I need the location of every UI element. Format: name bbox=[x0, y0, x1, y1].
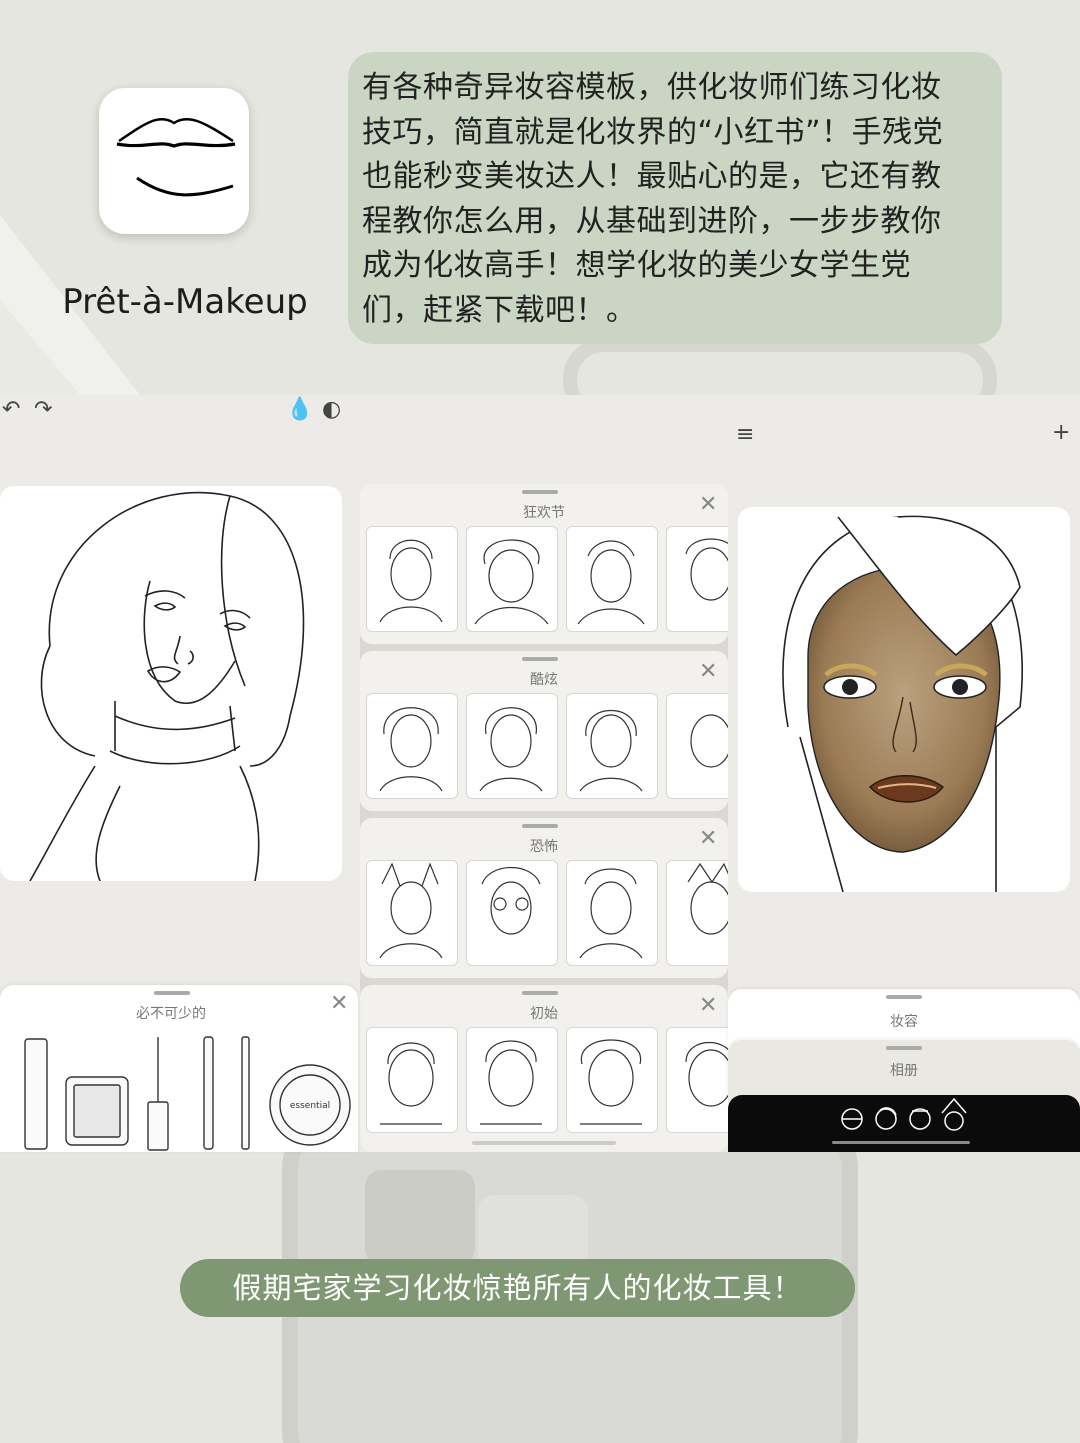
woman-portrait-drawing bbox=[29, 491, 305, 882]
menu-icon[interactable]: ≡ bbox=[736, 422, 754, 447]
header: Prêt-à-Makeup 有各种奇异妆容模板，供化妆师们练习化妆技巧，简直就是… bbox=[0, 0, 1080, 395]
app-icon bbox=[99, 88, 249, 234]
album-title: 相册 bbox=[890, 1063, 918, 1079]
looks-title: 妆容 bbox=[890, 1014, 918, 1030]
sheet-handle bbox=[522, 824, 558, 828]
close-icon[interactable]: ✕ bbox=[699, 993, 717, 1018]
template-thumb[interactable] bbox=[466, 860, 558, 966]
face-type-icons[interactable] bbox=[728, 1095, 1080, 1152]
intro-text: 有各种奇异妆容模板，供化妆师们练习化妆技巧，简直就是化妆界的“小红书”！手残党也… bbox=[348, 52, 1002, 344]
face-makeup-preview bbox=[782, 515, 1024, 893]
app-name: Prêt-à-Makeup bbox=[62, 282, 308, 322]
album-sheet[interactable]: 相册 bbox=[728, 1040, 1080, 1100]
scroll-indicator bbox=[472, 1141, 616, 1145]
template-thumb[interactable] bbox=[466, 1027, 558, 1133]
template-thumb[interactable] bbox=[666, 1027, 728, 1133]
split-icon[interactable]: ◐ bbox=[322, 397, 341, 422]
template-thumb[interactable] bbox=[366, 693, 458, 799]
makeup-face-card[interactable] bbox=[738, 507, 1070, 893]
template-thumb[interactable] bbox=[666, 860, 728, 966]
close-icon[interactable]: ✕ bbox=[699, 492, 717, 517]
redo-icon[interactable]: ↷ bbox=[34, 397, 52, 422]
template-thumb[interactable] bbox=[566, 526, 658, 632]
template-thumb[interactable] bbox=[566, 693, 658, 799]
sheet-handle bbox=[522, 991, 558, 995]
template-thumb[interactable] bbox=[466, 526, 558, 632]
template-category-carnival: 狂欢节 ✕ bbox=[360, 484, 728, 644]
undo-icon[interactable]: ↶ bbox=[2, 397, 20, 422]
plus-icon[interactable]: + bbox=[1052, 420, 1070, 445]
template-category-basic: 初始 ✕ bbox=[360, 985, 728, 1152]
category-title: 恐怖 bbox=[530, 839, 558, 855]
category-title: 狂欢节 bbox=[523, 505, 565, 521]
drop-icon[interactable]: 💧 bbox=[286, 397, 313, 422]
sheet-handle bbox=[154, 991, 190, 995]
portrait-card-left[interactable] bbox=[0, 486, 342, 882]
template-thumb[interactable] bbox=[666, 526, 728, 632]
makeup-products: essential bbox=[24, 1036, 351, 1151]
template-thumb[interactable] bbox=[366, 1027, 458, 1133]
template-thumb[interactable] bbox=[466, 693, 558, 799]
footer-caption: 假期宅家学习化妆惊艳所有人的化妆工具！ bbox=[180, 1259, 855, 1317]
template-category-horror: 恐怖 ✕ bbox=[360, 818, 728, 978]
category-title: 酷炫 bbox=[530, 672, 558, 688]
essentials-title: 必不可少的 bbox=[136, 1006, 206, 1022]
template-thumb[interactable] bbox=[566, 1027, 658, 1133]
close-icon[interactable]: ✕ bbox=[330, 991, 348, 1016]
category-title: 初始 bbox=[530, 1006, 558, 1022]
template-thumb[interactable] bbox=[366, 526, 458, 632]
lash-case-label: essential bbox=[290, 1101, 330, 1111]
sheet-handle bbox=[522, 490, 558, 494]
close-icon[interactable]: ✕ bbox=[699, 659, 717, 684]
template-thumb[interactable] bbox=[366, 860, 458, 966]
template-thumb[interactable] bbox=[566, 860, 658, 966]
sheet-handle bbox=[886, 995, 922, 999]
sheet-handle bbox=[886, 1046, 922, 1050]
face-type-bar bbox=[728, 1095, 1080, 1152]
lips-icon bbox=[116, 118, 236, 197]
sheet-handle bbox=[522, 657, 558, 661]
template-category-cool: 酷炫 ✕ bbox=[360, 651, 728, 811]
app-screenshot: ↶ ↷ 💧 ◐ ≡ + 狂欢节 ✕ 酷炫 ✕ 恐怖 ✕ 初始 ✕ 必不可少的 ✕… bbox=[0, 395, 1080, 1152]
close-icon[interactable]: ✕ bbox=[699, 826, 717, 851]
template-thumb[interactable] bbox=[666, 693, 728, 799]
essentials-sheet: 必不可少的 ✕ essential bbox=[0, 985, 358, 1152]
